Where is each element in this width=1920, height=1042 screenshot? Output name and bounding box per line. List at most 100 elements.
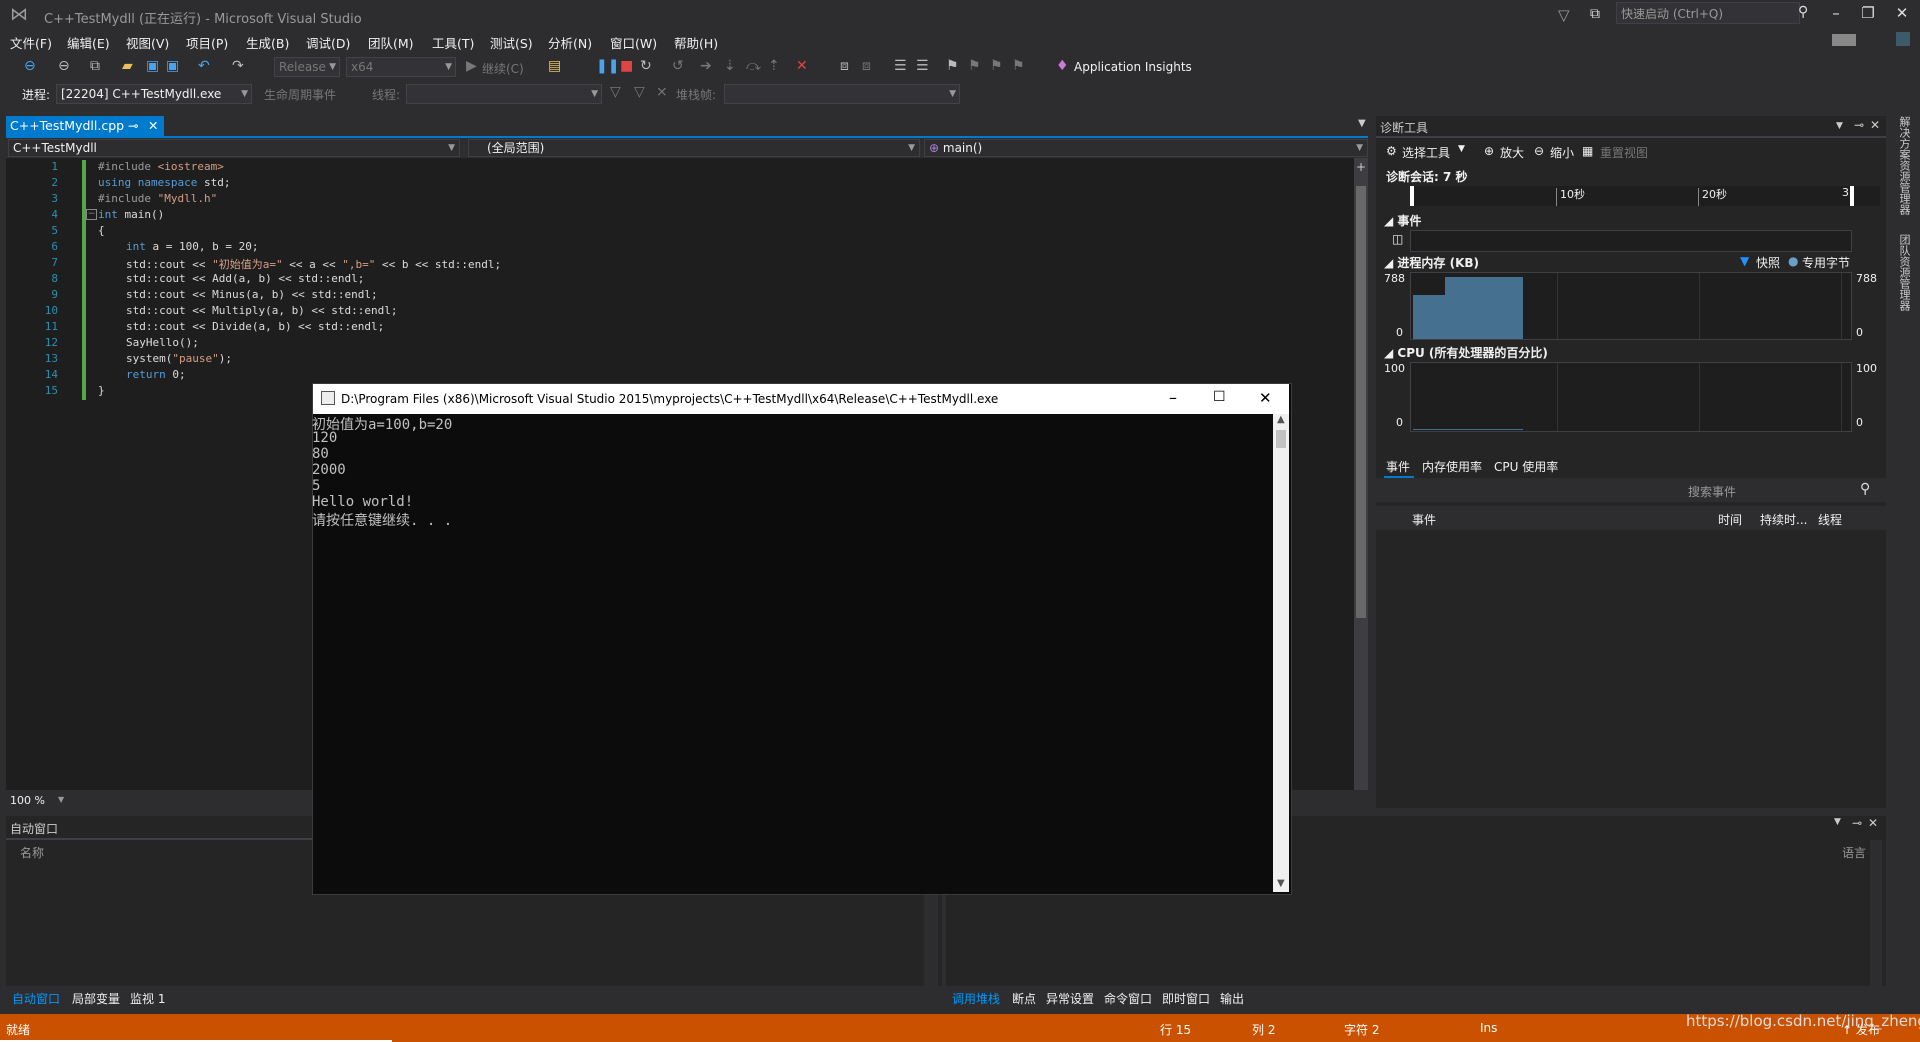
chevron-down-icon[interactable]: ▼ bbox=[58, 795, 64, 804]
project-nav-select[interactable]: C++TestMydll ▼ bbox=[8, 139, 460, 157]
continue-icon[interactable]: ▶ bbox=[466, 58, 477, 74]
menu-tools[interactable]: 工具(T) bbox=[432, 33, 474, 52]
stop-icon[interactable]: ■ bbox=[620, 58, 633, 74]
step-out-icon[interactable]: ⇡ bbox=[768, 58, 780, 74]
prev-bookmark-icon[interactable]: ⚑ bbox=[968, 58, 981, 74]
column-duration[interactable]: 持续时... bbox=[1760, 511, 1807, 528]
comment-icon[interactable]: ☰ bbox=[894, 58, 907, 74]
step-over-icon[interactable]: ➔ bbox=[700, 58, 712, 74]
team-explorer-tab[interactable]: 团队资源管理器 bbox=[1896, 234, 1912, 311]
close-icon[interactable]: ✕ bbox=[1868, 816, 1878, 830]
document-tab[interactable]: C++TestMydll.cpp ⊸ ✕ bbox=[6, 116, 164, 136]
console-scrollbar[interactable] bbox=[1273, 414, 1289, 892]
process-select[interactable]: [22204] C++TestMydll.exe ▼ bbox=[56, 84, 252, 104]
redo-icon[interactable]: ↷ bbox=[232, 58, 244, 74]
console-window[interactable] bbox=[312, 383, 1292, 895]
tab-breakpoints[interactable]: 断点 bbox=[1012, 990, 1036, 1007]
menu-help[interactable]: 帮助(H) bbox=[674, 33, 718, 52]
menu-file[interactable]: 文件(F) bbox=[10, 33, 52, 52]
continue-button[interactable]: 继续(C) bbox=[482, 60, 524, 77]
menu-test[interactable]: 测试(S) bbox=[490, 33, 533, 52]
zoom-out-button[interactable]: 缩小 bbox=[1550, 144, 1574, 161]
close-icon[interactable]: ✕ bbox=[1870, 118, 1880, 132]
reset-view-button[interactable]: 重置视图 bbox=[1600, 144, 1648, 161]
pin-icon[interactable]: ⊸ bbox=[128, 116, 138, 136]
cpu-chart[interactable] bbox=[1410, 362, 1852, 432]
uncomment-icon[interactable]: ☰ bbox=[916, 58, 929, 74]
search-events-input[interactable]: 搜索事件 bbox=[1688, 483, 1736, 500]
save-icon[interactable]: ▣ bbox=[146, 58, 159, 74]
flag-threads-icon[interactable]: ▽ bbox=[634, 84, 645, 100]
tab-overflow-icon[interactable]: ▼ bbox=[1358, 118, 1366, 129]
pin-icon[interactable]: ⊸ bbox=[1854, 118, 1864, 132]
stackframe-select[interactable]: ▼ bbox=[724, 84, 960, 104]
memory-chart[interactable] bbox=[1410, 272, 1852, 340]
select-tools-button[interactable]: 选择工具 bbox=[1402, 144, 1450, 161]
tab-events[interactable]: 事件 bbox=[1386, 458, 1410, 475]
attach-icon[interactable]: ▤ bbox=[548, 58, 561, 74]
scroll-down-icon[interactable]: ▼ bbox=[1277, 878, 1285, 889]
clear-bookmarks-icon[interactable]: ⚑ bbox=[1012, 58, 1025, 74]
search-icon[interactable]: ⚲ bbox=[1798, 4, 1808, 20]
forward-icon[interactable]: ⊖ bbox=[58, 58, 70, 74]
console-scroll-thumb[interactable] bbox=[1276, 430, 1286, 448]
console-title-bar[interactable]: D:\Program Files (x86)\Microsoft Visual … bbox=[313, 384, 1289, 414]
step-back-icon[interactable]: ⤼ bbox=[746, 58, 761, 74]
minimize-icon[interactable]: – bbox=[1169, 388, 1177, 407]
column-time[interactable]: 时间 bbox=[1718, 511, 1742, 528]
solution-platform-select[interactable]: x64 ▼ bbox=[346, 57, 456, 77]
quick-launch-input[interactable]: 快速启动 (Ctrl+Q) bbox=[1616, 2, 1800, 24]
chevron-down-icon[interactable]: ▼ bbox=[1836, 121, 1843, 131]
minimize-button[interactable]: – bbox=[1826, 4, 1846, 22]
tab-memory-usage[interactable]: 内存使用率 bbox=[1422, 458, 1482, 475]
tab-call-stack[interactable]: 调用堆栈 bbox=[952, 990, 1000, 1007]
pause-events-icon[interactable]: ◫ bbox=[1392, 232, 1403, 246]
scope-nav-select[interactable]: (全局范围) ▼ bbox=[468, 139, 920, 157]
timeline-start-handle[interactable] bbox=[1410, 186, 1414, 206]
tab-autos[interactable]: 自动窗口 bbox=[12, 990, 60, 1007]
menu-team[interactable]: 团队(M) bbox=[368, 33, 414, 52]
zoom-in-button[interactable]: 放大 bbox=[1500, 144, 1524, 161]
open-file-icon[interactable]: ▰ bbox=[122, 58, 133, 74]
new-project-icon[interactable]: ⧉ bbox=[90, 58, 100, 74]
menu-analyze[interactable]: 分析(N) bbox=[548, 33, 592, 52]
timeline-end-handle[interactable] bbox=[1850, 186, 1854, 206]
app-insights-button[interactable]: Application Insights bbox=[1074, 60, 1192, 74]
lifecycle-events-button[interactable]: 生命周期事件 bbox=[264, 86, 336, 103]
close-button[interactable]: ✕ bbox=[1892, 4, 1912, 22]
editor-scroll-thumb[interactable] bbox=[1356, 186, 1366, 618]
menu-window[interactable]: 窗口(W) bbox=[610, 33, 657, 52]
column-language[interactable]: 语言 bbox=[1842, 844, 1866, 861]
tab-exception-settings[interactable]: 异常设置 bbox=[1046, 990, 1094, 1007]
chevron-down-icon[interactable]: ▼ bbox=[1834, 817, 1841, 827]
close-icon[interactable]: ✕ bbox=[1259, 389, 1272, 407]
restart-icon[interactable]: ↻ bbox=[640, 58, 652, 74]
maximize-icon[interactable]: ☐ bbox=[1213, 389, 1226, 405]
split-icon[interactable]: ⨯ bbox=[656, 84, 668, 100]
save-all-icon[interactable]: ▣ bbox=[166, 58, 179, 74]
exceptions-icon[interactable]: ✕ bbox=[796, 58, 808, 74]
menu-debug[interactable]: 调试(D) bbox=[306, 33, 350, 52]
call-stack-scrollbar[interactable] bbox=[1870, 840, 1882, 986]
step-into-icon[interactable]: ⇣ bbox=[724, 58, 736, 74]
timeline-ruler[interactable]: 10秒 20秒 3 bbox=[1410, 186, 1880, 206]
next-bookmark-icon[interactable]: ⚑ bbox=[990, 58, 1003, 74]
close-tab-icon[interactable]: ✕ bbox=[148, 116, 158, 136]
column-thread[interactable]: 线程 bbox=[1818, 511, 1842, 528]
menu-view[interactable]: 视图(V) bbox=[126, 33, 169, 52]
undo-icon[interactable]: ↶ bbox=[198, 58, 210, 74]
feedback-icon[interactable]: ⧉ bbox=[1590, 6, 1600, 22]
back-icon[interactable]: ⊖ bbox=[24, 58, 36, 74]
collapse-icon[interactable]: − bbox=[86, 209, 97, 220]
tab-immediate-window[interactable]: 即时窗口 bbox=[1162, 990, 1210, 1007]
column-name[interactable]: 名称 bbox=[20, 844, 44, 861]
pin-icon[interactable]: ⊸ bbox=[1852, 816, 1862, 830]
thread-flag-icon[interactable]: ⧈ bbox=[862, 58, 871, 74]
pause-icon[interactable]: ❚❚ bbox=[596, 58, 619, 74]
solution-config-select[interactable]: Release ▼ bbox=[274, 57, 340, 77]
menu-build[interactable]: 生成(B) bbox=[246, 33, 289, 52]
bookmark-icon[interactable]: ⚑ bbox=[946, 58, 959, 74]
app-insights-icon[interactable]: ♦ bbox=[1056, 58, 1069, 74]
show-next-statement-icon[interactable]: ↺ bbox=[672, 58, 684, 74]
solution-explorer-tab[interactable]: 解决方案资源管理器 bbox=[1896, 116, 1912, 215]
